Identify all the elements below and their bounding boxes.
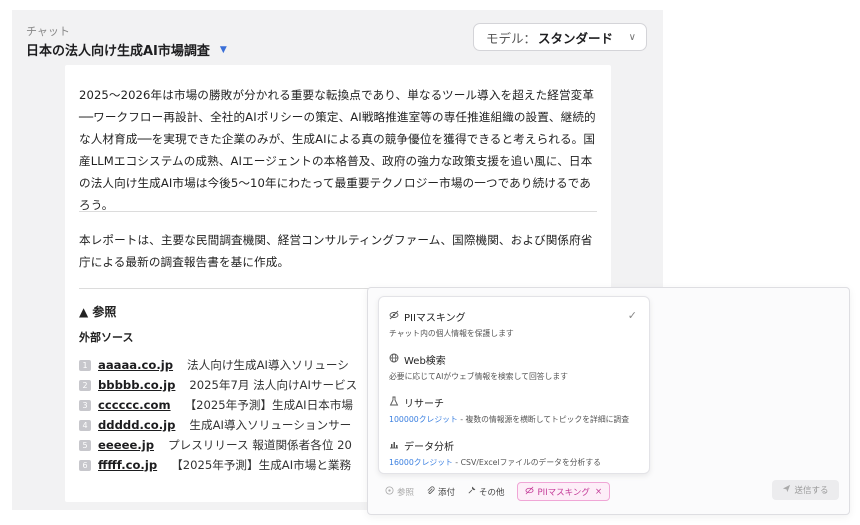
tools-menu: PIIマスキング チャット内の個人情報を保護します ✓ Web検索 必要に応じて… bbox=[378, 296, 650, 474]
reference-link[interactable]: fffff.co.jp bbox=[98, 458, 157, 472]
tool-desc-text: 必要に応じてAIがウェブ情報を検索して回答します bbox=[389, 372, 568, 381]
reference-desc: 【2025年予測】生成AI日本市場 bbox=[184, 398, 353, 412]
tool-name: Web検索 bbox=[404, 356, 446, 367]
model-select-label: モデル： bbox=[486, 30, 537, 46]
tool-item-research[interactable]: リサーチ 100000クレジット - 複数の情報源を横断してトピックを詳細に調査 bbox=[389, 395, 647, 425]
references-toggle[interactable]: ▲ 参照 bbox=[79, 303, 116, 320]
chevron-down-icon: ∨ bbox=[628, 31, 636, 43]
reference-item: 1 aaaaa.co.jp 法人向け生成AI導入ソリューシ bbox=[79, 355, 379, 375]
tool-name: データ分析 bbox=[404, 442, 454, 453]
reference-link[interactable]: eeeee.jp bbox=[98, 438, 154, 452]
eye-off-icon bbox=[525, 486, 534, 498]
breadcrumb[interactable]: チャット bbox=[26, 23, 70, 39]
tool-item-pii-masking[interactable]: PIIマスキング チャット内の個人情報を保護します bbox=[389, 309, 647, 339]
reference-link[interactable]: ddddd.co.jp bbox=[98, 418, 175, 432]
reference-link[interactable]: cccccc.com bbox=[98, 398, 171, 412]
model-select-value: スタンダード bbox=[538, 30, 614, 46]
tool-desc: チャット内の個人情報を保護します bbox=[389, 328, 647, 339]
tools-icon bbox=[467, 486, 476, 498]
tool-desc-text: - CSV/Excelファイルのデータを分析する bbox=[452, 458, 601, 467]
check-icon: ✓ bbox=[627, 309, 637, 322]
message-paragraph: 本レポートは、主要な民間調査機関、経営コンサルティングファーム、国際機関、および… bbox=[79, 233, 593, 269]
reference-link[interactable]: bbbbb.co.jp bbox=[98, 378, 175, 392]
reference-button-label: 参照 bbox=[397, 487, 415, 498]
reference-link[interactable]: aaaaa.co.jp bbox=[98, 358, 173, 372]
send-button[interactable]: 送信する bbox=[772, 480, 839, 500]
reference-item: 6 fffff.co.jp 【2025年予測】生成AI市場と業務 bbox=[79, 455, 379, 475]
reference-button[interactable]: 参照 bbox=[385, 485, 415, 498]
flask-icon bbox=[389, 396, 401, 409]
tool-item-data-analysis[interactable]: データ分析 16000クレジット - CSV/Excelファイルのデータを分析す… bbox=[389, 438, 647, 468]
tool-desc: 100000クレジット - 複数の情報源を横断してトピックを詳細に調査 bbox=[389, 414, 647, 425]
model-select[interactable]: モデル： スタンダード ∨ bbox=[473, 23, 647, 51]
globe-icon bbox=[389, 353, 401, 366]
tool-name-row: データ分析 bbox=[389, 438, 647, 453]
reference-number: 5 bbox=[79, 439, 91, 451]
reference-icon bbox=[385, 485, 394, 498]
other-button[interactable]: その他 bbox=[467, 486, 505, 498]
reference-number: 1 bbox=[79, 359, 91, 371]
reference-number: 4 bbox=[79, 419, 91, 431]
reference-desc: 生成AI導入ソリューションサー bbox=[189, 418, 352, 432]
tool-item-web-search[interactable]: Web検索 必要に応じてAIがウェブ情報を検索して回答します bbox=[389, 352, 647, 382]
tool-credit: 100000クレジット bbox=[389, 415, 458, 424]
reference-number: 2 bbox=[79, 379, 91, 391]
reference-list: 1 aaaaa.co.jp 法人向け生成AI導入ソリューシ 2 bbbbb.co… bbox=[79, 355, 379, 475]
eye-off-icon bbox=[389, 310, 401, 323]
other-button-label: その他 bbox=[479, 487, 505, 498]
caret-down-icon[interactable]: ▼ bbox=[220, 45, 227, 55]
page-title: 日本の法人向け生成AI市場調査 bbox=[26, 44, 210, 59]
reference-number: 3 bbox=[79, 399, 91, 411]
divider bbox=[79, 211, 597, 212]
reference-item: 3 cccccc.com 【2025年予測】生成AI日本市場 bbox=[79, 395, 379, 415]
attach-button[interactable]: 添付 bbox=[426, 485, 456, 498]
reference-desc: 【2025年予測】生成AI市場と業務 bbox=[171, 458, 352, 472]
chat-title: 日本の法人向け生成AI市場調査 ▼ bbox=[26, 40, 227, 59]
reference-desc: 法人向け生成AI導入ソリューシ bbox=[187, 358, 349, 372]
tool-name-row: リサーチ bbox=[389, 395, 647, 410]
reference-item: 2 bbbbb.co.jp 2025年7月 法人向けAIサービス bbox=[79, 375, 379, 395]
send-icon bbox=[782, 484, 791, 496]
reference-desc: 2025年7月 法人向けAIサービス bbox=[189, 378, 358, 392]
reference-item: 4 ddddd.co.jp 生成AI導入ソリューションサー bbox=[79, 415, 379, 435]
bar-chart-icon bbox=[389, 439, 401, 452]
composer-panel: PIIマスキング チャット内の個人情報を保護します ✓ Web検索 必要に応じて… bbox=[367, 287, 850, 515]
paperclip-icon bbox=[426, 485, 435, 498]
tool-name: PIIマスキング bbox=[404, 313, 466, 324]
reference-item: 5 eeeee.jp プレスリリース 報道関係者各位 20 bbox=[79, 435, 379, 455]
tool-name: リサーチ bbox=[404, 399, 444, 410]
pii-masking-chip[interactable]: PIIマスキング × bbox=[516, 482, 611, 501]
tool-desc-text: - 複数の情報源を横断してトピックを詳細に調査 bbox=[457, 415, 630, 424]
tool-desc-text: チャット内の個人情報を保護します bbox=[389, 329, 514, 338]
tool-credit: 16000クレジット bbox=[389, 458, 453, 467]
close-icon[interactable]: × bbox=[595, 487, 602, 497]
reference-desc: プレスリリース 報道関係者各位 20 bbox=[168, 438, 352, 452]
tool-desc: 16000クレジット - CSV/Excelファイルのデータを分析する bbox=[389, 457, 647, 468]
message-paragraph: 2025〜2026年は市場の勝敗が分かれる重要な転換点であり、単なるツール導入を… bbox=[79, 88, 596, 212]
pii-chip-label: PIIマスキング bbox=[537, 487, 590, 498]
tool-desc: 必要に応じてAIがウェブ情報を検索して回答します bbox=[389, 371, 647, 382]
reference-number: 6 bbox=[79, 459, 91, 471]
composer-toolbar: 参照 添付 その他 PIIマスキング × 送信する bbox=[385, 480, 839, 503]
attach-button-label: 添付 bbox=[438, 487, 456, 498]
external-sources-label: 外部ソース bbox=[79, 331, 134, 344]
tool-name-row: PIIマスキング bbox=[389, 309, 647, 324]
tool-name-row: Web検索 bbox=[389, 352, 647, 367]
send-button-label: 送信する bbox=[794, 486, 829, 496]
